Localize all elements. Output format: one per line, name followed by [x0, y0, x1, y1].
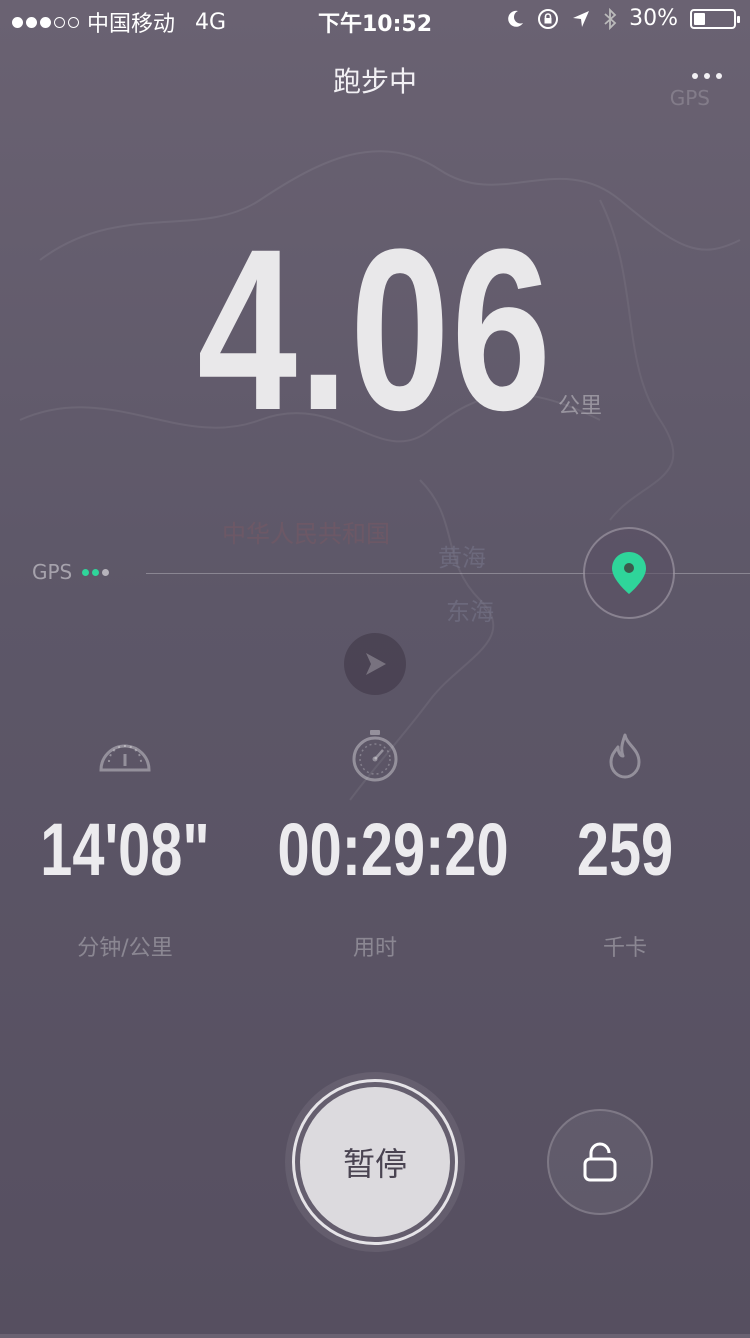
map-label-sea-1: 黄海 — [438, 544, 486, 572]
map-label-country: 中华人民共和国 — [222, 520, 390, 548]
gps-label: GPS — [32, 560, 73, 584]
map-pin-icon — [612, 552, 646, 594]
gps-signal-icon — [82, 568, 110, 576]
rotation-lock-icon — [538, 8, 559, 29]
stat-pace: 14'08" 分钟/公里 — [0, 726, 250, 962]
pause-label: 暂停 — [300, 1087, 450, 1237]
lock-button[interactable] — [547, 1109, 653, 1215]
flame-icon — [609, 733, 641, 779]
gps-status: GPS — [32, 560, 110, 584]
location-button[interactable] — [583, 527, 675, 619]
current-position-marker — [344, 633, 406, 695]
stat-calories: 259 千卡 — [500, 726, 750, 962]
more-options-icon[interactable] — [692, 66, 724, 86]
map-label-sea-2: 东海 — [446, 598, 494, 626]
direction-arrow-icon — [366, 653, 386, 675]
battery-percent: 30% — [629, 6, 678, 31]
stat-duration: 00:29:20 用时 — [250, 726, 509, 962]
pace-value: 14'08" — [40, 808, 210, 891]
status-right: 30% — [505, 6, 740, 31]
moon-icon — [508, 10, 524, 27]
status-bar: 中国移动 4G 下午10:52 30% — [0, 0, 750, 40]
calories-label: 千卡 — [602, 936, 647, 961]
pause-button[interactable]: 暂停 — [285, 1072, 465, 1252]
battery-icon — [690, 8, 740, 29]
speedometer-icon — [99, 744, 151, 772]
duration-label: 用时 — [352, 936, 397, 961]
gps-hint-top: GPS — [669, 86, 710, 110]
location-arrow-icon — [573, 10, 590, 27]
calories-value: 259 — [576, 808, 674, 891]
duration-value: 00:29:20 — [277, 808, 509, 891]
page-title: 跑步中 — [332, 65, 417, 98]
battery-level — [694, 12, 706, 25]
distance-unit: 公里 — [558, 394, 603, 419]
bluetooth-icon — [604, 7, 617, 30]
lock-icon — [583, 1142, 617, 1182]
pace-label: 分钟/公里 — [77, 936, 173, 961]
stopwatch-icon — [352, 730, 398, 782]
